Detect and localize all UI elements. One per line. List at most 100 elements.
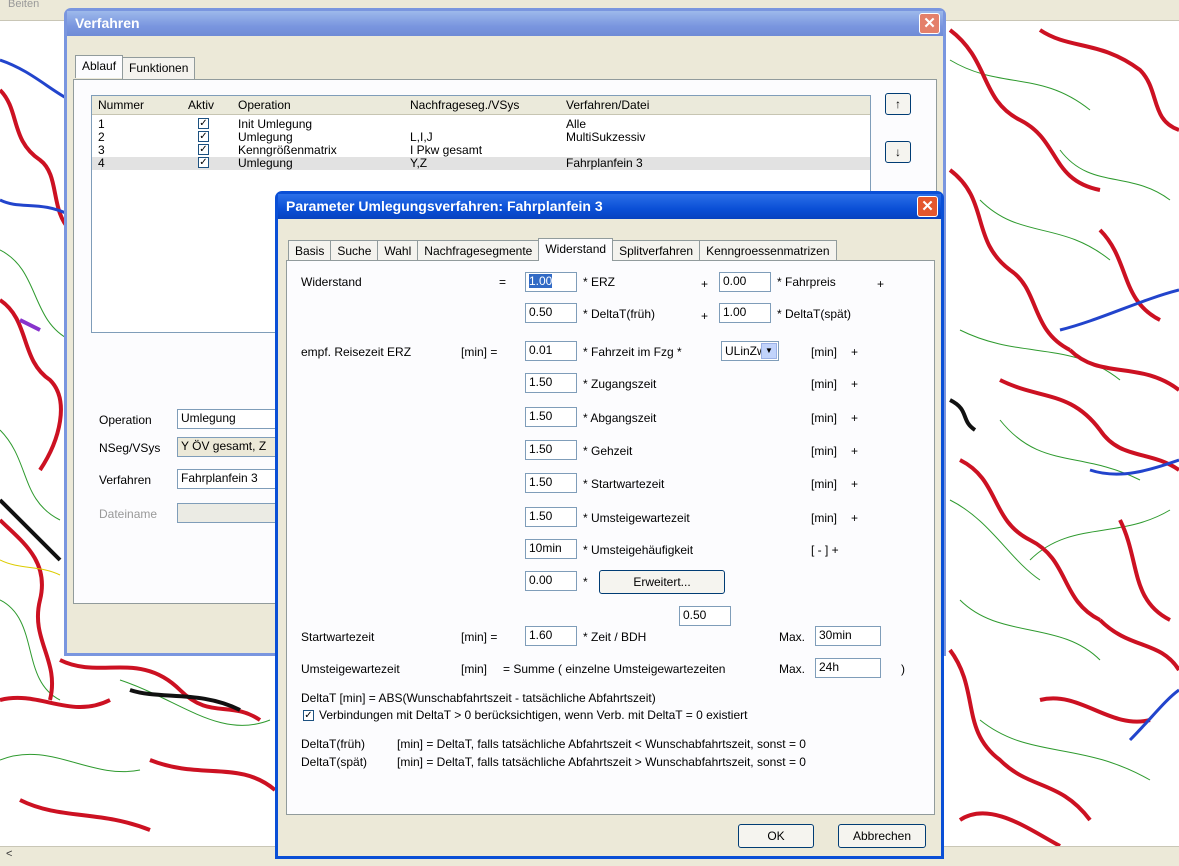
tab-widerstand[interactable]: Widerstand bbox=[538, 238, 614, 261]
col-nachfrageseg[interactable]: Nachfrageseg./VSys bbox=[410, 98, 519, 112]
verfahren-title: Verfahren bbox=[75, 15, 140, 31]
unit-dimensionless: [ - ] + bbox=[811, 543, 839, 557]
row-segment: Y,Z bbox=[410, 156, 428, 170]
col-verfahren-datei[interactable]: Verfahren/Datei bbox=[566, 98, 649, 112]
abbrechen-button[interactable]: Abbrechen bbox=[838, 824, 926, 848]
startwartezeit-coefficient-input[interactable]: 1.50 bbox=[525, 473, 577, 493]
list-item[interactable]: 1 ✓ Init Umlegung Alle bbox=[92, 117, 870, 131]
umsteigehaeufigkeit-coefficient-input[interactable]: 10min bbox=[525, 539, 577, 559]
verfahren-field[interactable]: Fahrplanfein 3 bbox=[177, 469, 287, 489]
gehzeit-coefficient-input[interactable]: 1.50 bbox=[525, 440, 577, 460]
deltat-frueh-coefficient-input[interactable]: 0.50 bbox=[525, 303, 577, 323]
parameter-close-button[interactable]: ✕ bbox=[917, 196, 938, 217]
widerstand-label: Widerstand bbox=[301, 275, 362, 289]
uw-label: Umsteigewartezeit bbox=[301, 662, 400, 676]
tab-funktionen[interactable]: Funktionen bbox=[122, 57, 196, 80]
col-operation[interactable]: Operation bbox=[238, 98, 291, 112]
extra-coefficient-input[interactable]: 0.00 bbox=[525, 571, 577, 591]
scroll-left-arrow-icon[interactable]: < bbox=[6, 848, 12, 860]
row-number: 4 bbox=[98, 156, 105, 170]
row-number: 2 bbox=[98, 130, 105, 144]
startwartezeit-bdh-input[interactable]: 0.50 bbox=[679, 606, 731, 626]
verfahren-titlebar[interactable]: Verfahren bbox=[67, 11, 943, 36]
unit-min: [min] bbox=[811, 477, 838, 491]
fahrzeit-attribute-select[interactable]: ULinZw1 ▼ bbox=[721, 341, 779, 361]
zeit-bdh-label: * Zeit / BDH bbox=[583, 630, 647, 644]
max-label: Max. bbox=[779, 630, 806, 644]
unit-min-equals: [min] = bbox=[461, 630, 498, 644]
deltat-frueh-label: * DeltaT(früh) bbox=[583, 307, 656, 321]
parameter-titlebar[interactable]: Parameter Umlegungsverfahren: Fahrplanfe… bbox=[278, 194, 941, 219]
erweitert-button[interactable]: Erweitert... bbox=[599, 570, 725, 594]
deltat-spaet-definition: [min] = DeltaT, falls tatsächliche Abfah… bbox=[397, 755, 806, 769]
umsteigewartezeit-label: * Umsteigewartezeit bbox=[583, 511, 690, 525]
background-top-label: Beiten bbox=[8, 0, 40, 10]
dateiname-label: Dateiname bbox=[99, 507, 158, 521]
plus-sign: + bbox=[701, 309, 709, 323]
unit-min: [min] bbox=[811, 345, 838, 359]
plus-sign: + bbox=[851, 444, 859, 458]
tab-ablauf[interactable]: Ablauf bbox=[75, 55, 124, 78]
deltat-frueh-term: DeltaT(früh) bbox=[301, 737, 366, 751]
parameter-title: Parameter Umlegungsverfahren: Fahrplanfe… bbox=[286, 198, 603, 214]
unit-min: [min] bbox=[811, 377, 838, 391]
chevron-down-icon[interactable]: ▼ bbox=[761, 343, 777, 359]
unit-min: [min] bbox=[811, 511, 838, 525]
plus-sign: + bbox=[851, 377, 859, 391]
deltat-spaet-coefficient-input[interactable]: 1.00 bbox=[719, 303, 771, 323]
startwartezeit-label: * Startwartezeit bbox=[583, 477, 665, 491]
row-number: 3 bbox=[98, 143, 105, 157]
deltat-checkbox[interactable]: ✓ bbox=[303, 710, 314, 721]
nseg-field[interactable]: Y ÖV gesamt, Z bbox=[177, 437, 287, 457]
unit-min: [min] bbox=[461, 662, 488, 676]
umsteigehaeufigkeit-label: * Umsteigehäufigkeit bbox=[583, 543, 694, 557]
row-number: 1 bbox=[98, 117, 105, 131]
row-verfahren: Alle bbox=[566, 117, 587, 131]
equals-sign: = bbox=[499, 275, 507, 289]
abgangszeit-coefficient-input[interactable]: 1.50 bbox=[525, 407, 577, 427]
close-paren: ) bbox=[901, 662, 905, 676]
deltat-spaet-label: * DeltaT(spät) bbox=[777, 307, 852, 321]
row-active-checkbox[interactable]: ✓ bbox=[198, 157, 209, 168]
col-nummer[interactable]: Nummer bbox=[98, 98, 144, 112]
abgangszeit-label: * Abgangszeit bbox=[583, 411, 657, 425]
unit-min: [min] bbox=[811, 444, 838, 458]
startwartezeit-max-input[interactable]: 30min bbox=[815, 626, 881, 646]
arrow-down-icon: ↓ bbox=[895, 145, 901, 159]
max-label: Max. bbox=[779, 662, 806, 676]
plus-sign: + bbox=[701, 277, 709, 291]
ok-button[interactable]: OK bbox=[738, 824, 814, 848]
row-active-checkbox[interactable]: ✓ bbox=[198, 144, 209, 155]
parameter-dialog: Parameter Umlegungsverfahren: Fahrplanfe… bbox=[275, 191, 944, 859]
list-item[interactable]: 3 ✓ Kenngrößenmatrix I Pkw gesamt bbox=[92, 143, 870, 157]
plus-sign: + bbox=[851, 511, 859, 525]
umsteigewartezeit-max-input[interactable]: 24h bbox=[815, 658, 881, 678]
row-verfahren: MultiSukzessiv bbox=[566, 130, 646, 144]
umsteigewartezeit-coefficient-input[interactable]: 1.50 bbox=[525, 507, 577, 527]
verfahren-close-button[interactable]: ✕ bbox=[919, 13, 940, 34]
deltat-checkbox-label[interactable]: Verbindungen mit DeltaT > 0 berücksichti… bbox=[319, 708, 747, 722]
zugangszeit-coefficient-input[interactable]: 1.50 bbox=[525, 373, 577, 393]
row-active-checkbox[interactable]: ✓ bbox=[198, 131, 209, 142]
arrow-up-icon: ↑ bbox=[895, 97, 901, 111]
widerstand-panel: Widerstand = 1.00 * ERZ + 0.00 * Fahrpre… bbox=[286, 260, 935, 815]
erz-coefficient-input[interactable]: 1.00 bbox=[525, 272, 577, 292]
startwartezeit-factor-input[interactable]: 1.60 bbox=[525, 626, 577, 646]
row-segment: L,I,J bbox=[410, 130, 433, 144]
row-verfahren: Fahrplanfein 3 bbox=[566, 156, 643, 170]
operation-field[interactable]: Umlegung bbox=[177, 409, 287, 429]
row-operation: Umlegung bbox=[238, 130, 293, 144]
row-active-checkbox[interactable]: ✓ bbox=[198, 118, 209, 129]
list-item-selected[interactable]: 4 ✓ Umlegung Y,Z Fahrplanfein 3 bbox=[92, 156, 870, 170]
deltat-definition: DeltaT [min] = ABS(Wunschabfahrtszeit - … bbox=[301, 691, 656, 705]
fahrpreis-coefficient-input[interactable]: 0.00 bbox=[719, 272, 771, 292]
move-down-button[interactable]: ↓ bbox=[885, 141, 911, 163]
nseg-label: NSeg/VSys bbox=[99, 441, 161, 455]
plus-sign: + bbox=[851, 345, 859, 359]
sw-label: Startwartezeit bbox=[301, 630, 375, 644]
move-up-button[interactable]: ↑ bbox=[885, 93, 911, 115]
col-aktiv[interactable]: Aktiv bbox=[188, 98, 214, 112]
fahrzeit-coefficient-input[interactable]: 0.01 bbox=[525, 341, 577, 361]
unit-min-equals: [min] = bbox=[461, 345, 498, 359]
unit-min: [min] bbox=[811, 411, 838, 425]
